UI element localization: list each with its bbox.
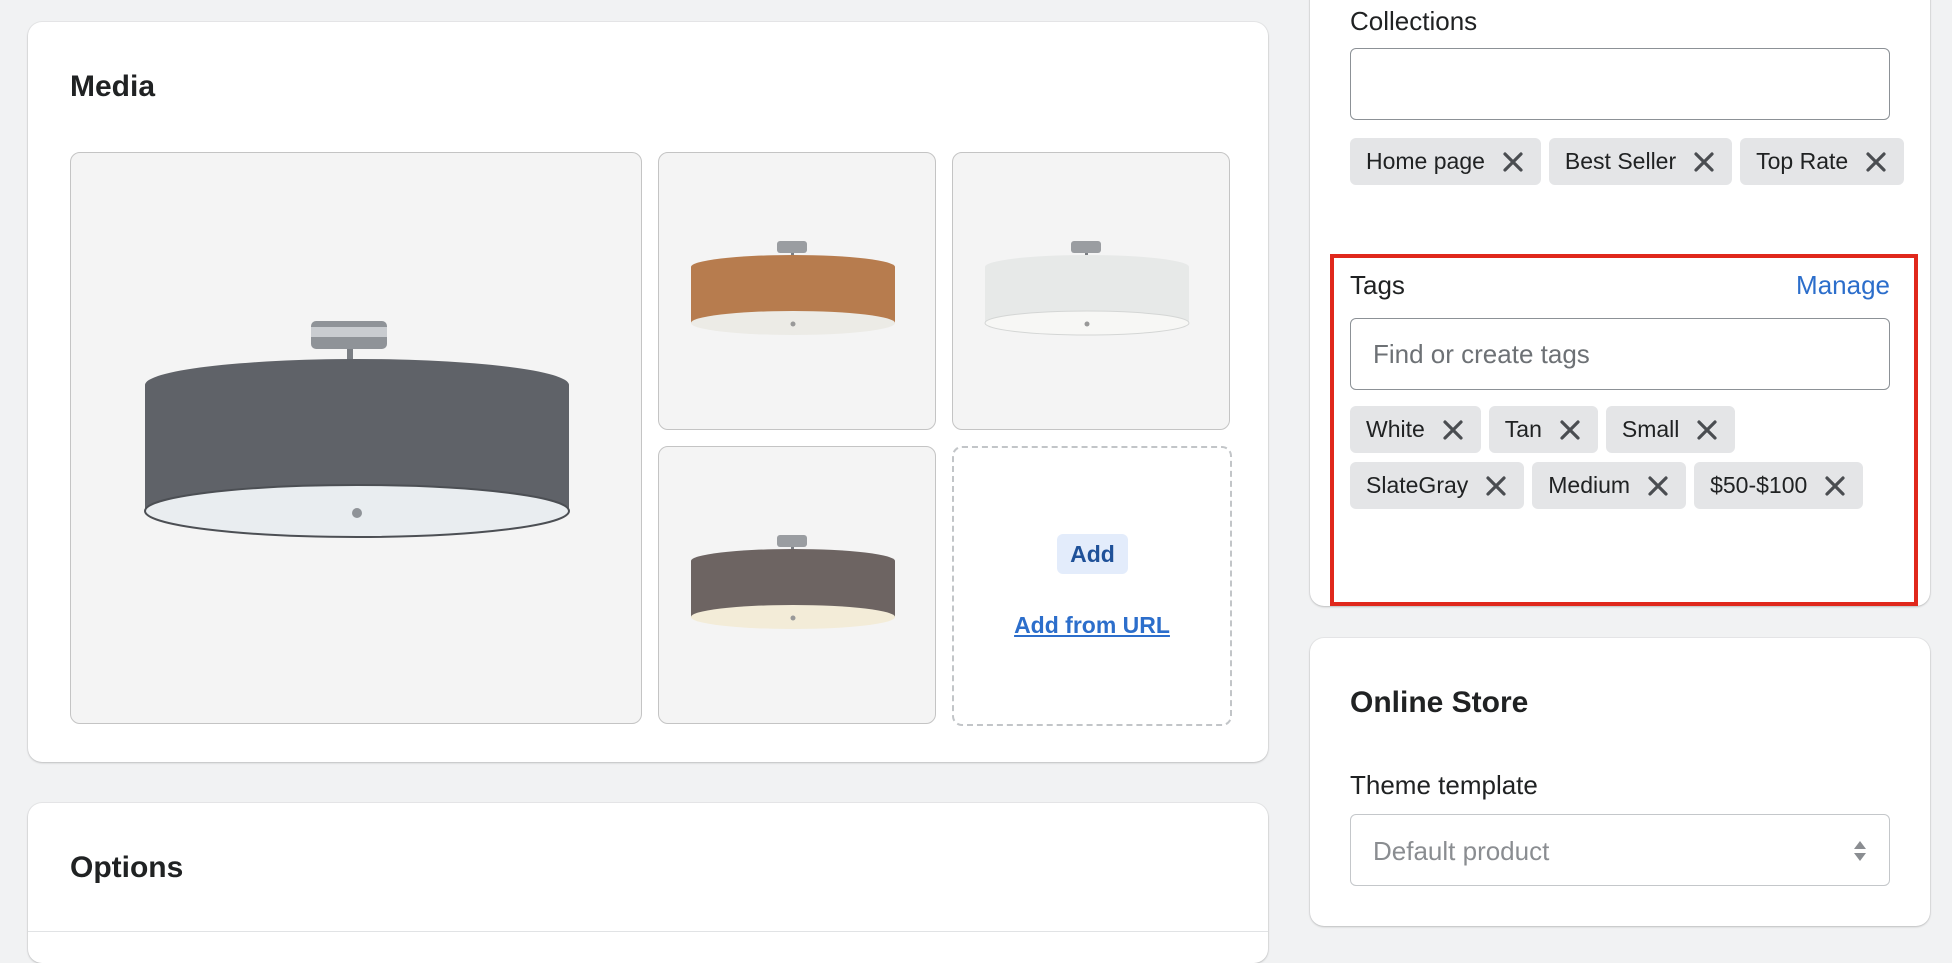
tag-chip: Tan	[1488, 406, 1598, 453]
media-image-thumb-2[interactable]	[952, 152, 1230, 430]
tag-chip-label: SlateGray	[1366, 472, 1469, 498]
close-icon[interactable]	[1644, 472, 1672, 500]
media-card: Media Add Add from URL	[28, 22, 1268, 762]
collections-label: Collections	[1350, 6, 1478, 36]
close-icon[interactable]	[1439, 416, 1467, 444]
collection-chip: Home page	[1350, 138, 1541, 185]
media-image-main[interactable]	[70, 152, 642, 724]
tag-chip: Medium	[1532, 462, 1687, 509]
online-store-card: Online Store Theme template Default prod…	[1310, 638, 1930, 926]
lamp-image-slategray	[144, 321, 570, 538]
close-icon[interactable]	[1499, 148, 1527, 176]
collection-chip: Top Rate	[1740, 138, 1905, 185]
add-media-button[interactable]: Add	[1057, 534, 1128, 574]
lamp-image-browngray	[691, 535, 895, 629]
tag-chip: White	[1350, 406, 1481, 453]
media-title: Media	[70, 70, 156, 103]
collections-input[interactable]	[1350, 48, 1890, 120]
theme-template-select[interactable]: Default product	[1350, 814, 1890, 886]
close-icon[interactable]	[1821, 472, 1849, 500]
media-image-thumb-3[interactable]	[658, 446, 936, 724]
select-arrows-icon	[1854, 841, 1866, 861]
close-icon[interactable]	[1556, 416, 1584, 444]
tag-chip: $50-$100	[1694, 462, 1864, 509]
tag-chip: SlateGray	[1350, 462, 1525, 509]
options-title: Options	[70, 851, 184, 884]
product-organization-card: Collections Home page Best Seller Top Rate…	[1310, 0, 1930, 606]
tag-chip-label: $50-$100	[1710, 472, 1808, 498]
tags-chip-list: White Tan Small SlateGray Medium $50-$100	[1350, 406, 1910, 509]
options-divider	[28, 931, 1268, 932]
tag-chip-label: White	[1366, 416, 1425, 442]
close-icon[interactable]	[1482, 472, 1510, 500]
close-icon[interactable]	[1690, 148, 1718, 176]
manage-tags-link[interactable]: Manage	[1796, 270, 1890, 301]
collections-chip-list: Home page Best Seller Top Rate	[1350, 138, 1910, 185]
tags-search-input[interactable]	[1350, 318, 1890, 390]
close-icon[interactable]	[1693, 416, 1721, 444]
tag-chip: Small	[1605, 406, 1736, 453]
tags-label: Tags	[1350, 270, 1405, 300]
add-from-url-link[interactable]: Add from URL	[954, 612, 1230, 639]
collection-chip: Best Seller	[1548, 138, 1733, 185]
theme-template-value: Default product	[1373, 836, 1550, 866]
close-icon[interactable]	[1862, 148, 1890, 176]
lamp-image-tan	[691, 241, 895, 335]
collection-chip-label: Best Seller	[1564, 148, 1677, 174]
media-image-thumb-1[interactable]	[658, 152, 936, 430]
media-add-dropzone[interactable]: Add Add from URL	[952, 446, 1232, 726]
tag-chip-label: Small	[1621, 416, 1680, 442]
options-card: Options	[28, 803, 1268, 963]
collection-chip-label: Home page	[1366, 148, 1485, 174]
collection-chip-label: Top Rate	[1756, 148, 1849, 174]
theme-template-label: Theme template	[1350, 770, 1538, 800]
tag-chip-label: Tan	[1504, 416, 1542, 442]
online-store-title: Online Store	[1350, 686, 1529, 719]
lamp-image-white	[984, 241, 1190, 336]
tag-chip-label: Medium	[1548, 472, 1631, 498]
